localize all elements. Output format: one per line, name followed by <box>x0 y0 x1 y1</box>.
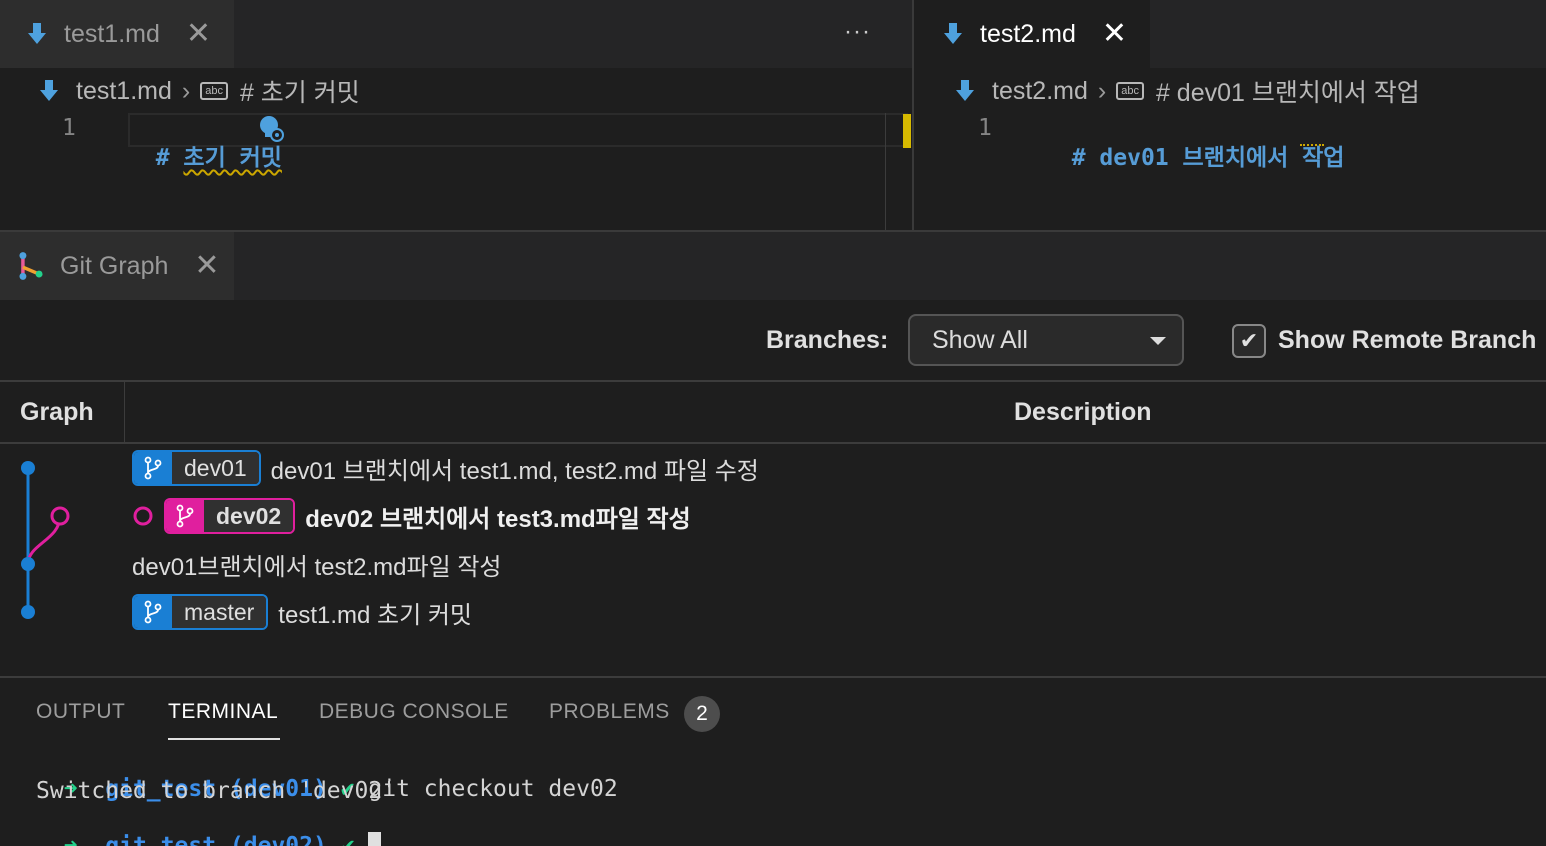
show-remote-checkbox[interactable]: ✔ <box>1232 324 1266 358</box>
head-indicator-icon <box>133 506 153 526</box>
tab-problems[interactable]: PROBLEMS <box>549 700 670 724</box>
chevron-right-icon: › <box>181 76 191 105</box>
prompt-check-icon: ✔ <box>340 833 355 846</box>
branch-icon <box>134 596 172 628</box>
heading-hash: # <box>155 145 170 171</box>
column-header-graph[interactable]: Graph <box>20 380 94 444</box>
commit-row[interactable]: master test1.md 초기 커밋 <box>132 590 472 634</box>
branch-ref-dev01[interactable]: dev01 <box>132 450 261 486</box>
prompt-arrow-icon: ➜ <box>63 833 78 846</box>
close-icon[interactable]: ✕ <box>186 19 211 49</box>
commit-message: dev01 브랜치에서 test1.md, test2.md 파일 수정 <box>270 457 759 485</box>
markdown-download-icon <box>40 80 58 101</box>
commit-graph <box>21 461 70 619</box>
more-actions-button[interactable]: ··· <box>844 18 871 46</box>
spell-squiggle <box>1300 136 1324 146</box>
commit-message: dev01브랜치에서 test2.md파일 작성 <box>132 553 502 581</box>
branch-name: master <box>172 596 267 628</box>
column-separator[interactable] <box>124 382 125 442</box>
commit-message: test1.md 초기 커밋 <box>278 601 472 629</box>
git-graph-controls: Branches: Show All ✔ Show Remote Branch <box>0 300 1546 380</box>
commit-node-master <box>21 605 35 619</box>
markdown-download-icon <box>28 23 46 44</box>
branches-select-value: Show All <box>932 325 1028 354</box>
heading-hash: # <box>1071 145 1086 171</box>
heading-text: 초기 커밋 <box>183 145 282 171</box>
breadcrumb-file[interactable]: test2.md <box>992 77 1088 106</box>
branch-name: dev02 <box>204 500 294 532</box>
branches-label: Branches: <box>766 326 889 354</box>
table-header-border <box>0 442 1546 444</box>
tab-label: test1.md <box>64 19 160 48</box>
heading-text: dev01 브랜치에서 작업 <box>1099 145 1345 171</box>
checkmark-icon: ✔ <box>1239 328 1259 353</box>
string-symbol-icon: abc <box>200 82 228 100</box>
breadcrumb-symbol[interactable]: # 초기 커밋 <box>240 73 360 109</box>
string-symbol-icon: abc <box>1116 82 1144 100</box>
branch-icon <box>166 500 204 532</box>
commit-message: dev02 브랜치에서 test3.md파일 작성 <box>305 505 691 533</box>
git-graph-icon <box>19 252 43 280</box>
minimap-slider[interactable] <box>885 113 903 231</box>
terminal-cursor <box>368 832 382 846</box>
branches-select[interactable]: Show All <box>908 314 1184 366</box>
chevron-right-icon: › <box>1097 76 1107 105</box>
tab-test1-md[interactable]: test1.md ✕ <box>24 0 211 68</box>
branch-name: dev01 <box>172 452 259 484</box>
table-top-border <box>0 380 1546 382</box>
show-remote-label[interactable]: Show Remote Branch <box>1278 326 1536 355</box>
commit-row[interactable]: dev01브랜치에서 test2.md파일 작성 <box>132 542 502 586</box>
markdown-download-icon <box>944 23 962 44</box>
terminal-command: git checkout dev02 <box>368 776 618 802</box>
chevron-down-icon <box>1150 337 1166 345</box>
breadcrumb-file[interactable]: test1.md <box>76 77 172 106</box>
commit-row-head[interactable]: dev02 dev02 브랜치에서 test3.md파일 작성 <box>132 494 691 538</box>
breadcrumb: test1.md › abc # 초기 커밋 <box>36 72 360 110</box>
branch-ref-dev02[interactable]: dev02 <box>164 498 296 534</box>
breadcrumb: test2.md › abc # dev01 브랜치에서 작업 <box>952 72 1420 110</box>
close-icon[interactable]: ✕ <box>1102 19 1127 49</box>
commit-node-dev02 <box>50 506 70 526</box>
prompt-branch: (dev02) <box>229 833 327 846</box>
tab-output[interactable]: OUTPUT <box>36 700 125 724</box>
problems-count-badge: 2 <box>684 696 720 732</box>
tab-terminal[interactable]: TERMINAL <box>168 700 278 724</box>
tab-git-graph[interactable]: Git Graph ✕ <box>16 232 220 300</box>
panel-border[interactable] <box>0 676 1546 678</box>
breadcrumb-symbol[interactable]: # dev01 브랜치에서 작업 <box>1156 73 1420 109</box>
commit-row[interactable]: dev01 dev01 브랜치에서 test1.md, test2.md 파일 … <box>132 446 759 490</box>
prompt-directory: git_test <box>105 833 217 846</box>
tab-debug-console[interactable]: DEBUG CONSOLE <box>319 700 509 724</box>
commit-node-3 <box>21 557 35 571</box>
lightbulb-icon[interactable] <box>258 114 286 144</box>
commit-node-dev01 <box>21 461 35 475</box>
branch-icon <box>134 452 172 484</box>
active-tab-underline <box>168 738 280 740</box>
tab-label: Git Graph <box>60 251 169 280</box>
markdown-download-icon <box>956 80 974 101</box>
branch-ref-master[interactable]: master <box>132 594 269 630</box>
line-number: 1 <box>62 115 76 141</box>
terminal-prompt-line[interactable]: ➜ git_test (dev02) ✔ <box>36 806 382 846</box>
column-header-description[interactable]: Description <box>1014 380 1152 444</box>
terminal-output-line: Switched to branch 'dev02' <box>36 778 397 804</box>
line-number: 1 <box>978 115 992 141</box>
overview-ruler-marker <box>903 114 911 148</box>
tab-test2-md[interactable]: test2.md ✕ <box>940 0 1127 68</box>
tab-label: test2.md <box>980 19 1076 48</box>
close-icon[interactable]: ✕ <box>194 251 219 281</box>
